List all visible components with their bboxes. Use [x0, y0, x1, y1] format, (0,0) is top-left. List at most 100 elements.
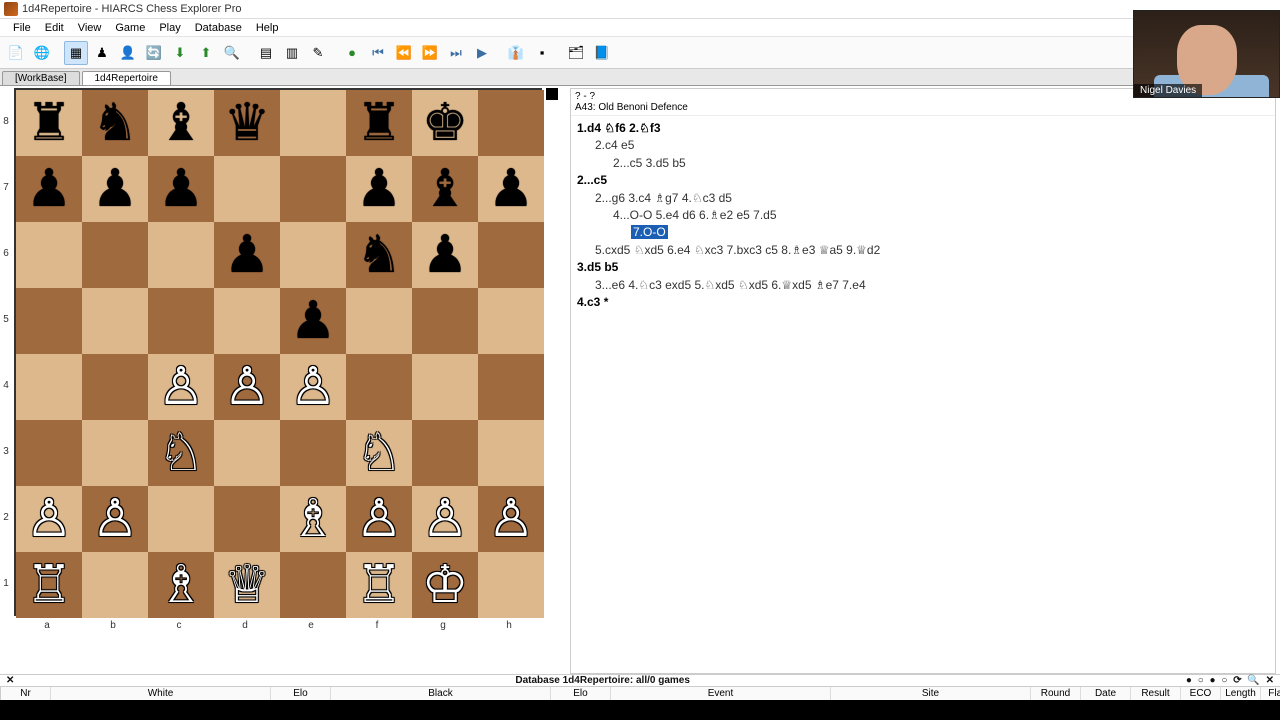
new-icon[interactable]: 📄	[4, 41, 28, 65]
col-result[interactable]: Result	[1131, 687, 1181, 700]
notation-line[interactable]: 4...O-O 5.e4 d6 6.♗e2 e5 7.d5	[577, 207, 1269, 224]
square[interactable]: ♛	[214, 90, 280, 156]
square[interactable]: ♘	[346, 420, 412, 486]
square[interactable]: ♙	[214, 354, 280, 420]
notation-line[interactable]: 7.O-O	[577, 224, 1269, 241]
col-nr[interactable]: Nr	[1, 687, 51, 700]
square[interactable]	[478, 354, 544, 420]
status-dot1-icon[interactable]: ●	[1186, 675, 1192, 686]
person-icon[interactable]: 👔	[504, 41, 528, 65]
piece-wp[interactable]: ♙	[488, 493, 535, 545]
square[interactable]	[16, 420, 82, 486]
square[interactable]: ♙	[82, 486, 148, 552]
square[interactable]	[346, 288, 412, 354]
square[interactable]	[148, 486, 214, 552]
square[interactable]	[82, 552, 148, 618]
square[interactable]: ♟	[280, 288, 346, 354]
status-close-icon[interactable]: ✕	[1266, 675, 1274, 686]
col-site[interactable]: Site	[831, 687, 1031, 700]
play-green-icon[interactable]: ●	[340, 41, 364, 65]
notation-line[interactable]: 2...c5 3.d5 b5	[577, 155, 1269, 172]
square[interactable]: ♙	[478, 486, 544, 552]
menu-help[interactable]: Help	[249, 22, 286, 34]
square[interactable]: ♖	[346, 552, 412, 618]
square[interactable]	[82, 222, 148, 288]
piece-wp[interactable]: ♙	[158, 361, 205, 413]
nav-last-icon[interactable]: ⏭	[444, 41, 468, 65]
nav-play-icon[interactable]: ▶	[470, 41, 494, 65]
piece-bn[interactable]: ♞	[92, 97, 139, 149]
piece-bb[interactable]: ♝	[158, 97, 205, 149]
piece-wq[interactable]: ♕	[224, 559, 271, 611]
square[interactable]: ♞	[346, 222, 412, 288]
square[interactable]	[280, 420, 346, 486]
status-dot3-icon[interactable]: ●	[1210, 675, 1216, 686]
status-dot4-icon[interactable]: ○	[1221, 675, 1227, 686]
engine-icon[interactable]: ♟	[90, 41, 114, 65]
piece-wp[interactable]: ♙	[26, 493, 73, 545]
piece-bp[interactable]: ♟	[92, 163, 139, 215]
grid1-icon[interactable]: ▤	[254, 41, 278, 65]
square[interactable]	[16, 222, 82, 288]
menu-edit[interactable]: Edit	[38, 22, 71, 34]
status-dot2-icon[interactable]: ○	[1198, 675, 1204, 686]
col-event[interactable]: Event	[611, 687, 831, 700]
square[interactable]	[82, 354, 148, 420]
col-flags[interactable]: Flags	[1261, 687, 1280, 700]
piece-br[interactable]: ♜	[26, 97, 73, 149]
square[interactable]	[214, 288, 280, 354]
notation-line[interactable]: 3.d5 b5	[577, 259, 1269, 276]
square[interactable]	[214, 156, 280, 222]
square[interactable]: ♟	[346, 156, 412, 222]
piece-wp[interactable]: ♙	[356, 493, 403, 545]
piece-wn[interactable]: ♘	[356, 427, 403, 479]
square[interactable]	[280, 222, 346, 288]
square[interactable]: ♗	[280, 486, 346, 552]
menu-file[interactable]: File	[6, 22, 38, 34]
folder-icon[interactable]: 🗂	[564, 41, 588, 65]
edit-icon[interactable]: ✎	[306, 41, 330, 65]
col-white[interactable]: White	[51, 687, 271, 700]
board-icon[interactable]: ▦	[64, 41, 88, 65]
piece-wp[interactable]: ♙	[92, 493, 139, 545]
square[interactable]: ♙	[346, 486, 412, 552]
up-icon[interactable]: ⬆	[194, 41, 218, 65]
square[interactable]	[16, 354, 82, 420]
square[interactable]: ♙	[280, 354, 346, 420]
square[interactable]: ♙	[412, 486, 478, 552]
square[interactable]: ♚	[412, 90, 478, 156]
square[interactable]: ♔	[412, 552, 478, 618]
square[interactable]	[148, 288, 214, 354]
col-round[interactable]: Round	[1031, 687, 1081, 700]
piece-wp[interactable]: ♙	[290, 361, 337, 413]
tab-workbase[interactable]: [WorkBase]	[2, 71, 80, 85]
square[interactable]: ♜	[346, 90, 412, 156]
piece-wr[interactable]: ♖	[356, 559, 403, 611]
piece-wp[interactable]: ♙	[224, 361, 271, 413]
piece-wk[interactable]: ♔	[422, 559, 469, 611]
square[interactable]: ♟	[148, 156, 214, 222]
nav-back-icon[interactable]: ⏪	[392, 41, 416, 65]
globe-icon[interactable]: 🌐	[30, 41, 54, 65]
piece-bp[interactable]: ♟	[290, 295, 337, 347]
square[interactable]	[478, 222, 544, 288]
square[interactable]	[214, 486, 280, 552]
nav-first-icon[interactable]: ⏮	[366, 41, 390, 65]
square[interactable]	[280, 156, 346, 222]
square[interactable]: ♗	[148, 552, 214, 618]
notation-line[interactable]: 3...e6 4.♘c3 exd5 5.♘xd5 ♘xd5 6.♕xd5 ♗e7…	[577, 277, 1269, 294]
square[interactable]: ♟	[16, 156, 82, 222]
square[interactable]	[346, 354, 412, 420]
search-icon[interactable]: 🔍	[220, 41, 244, 65]
square[interactable]: ♟	[214, 222, 280, 288]
col-eco[interactable]: ECO	[1181, 687, 1221, 700]
square[interactable]	[412, 288, 478, 354]
notation-line[interactable]: 2...c5	[577, 172, 1269, 189]
square[interactable]	[82, 288, 148, 354]
current-move[interactable]: 7.O-O	[631, 225, 668, 239]
square[interactable]: ♟	[82, 156, 148, 222]
col-length[interactable]: Length	[1221, 687, 1261, 700]
piece-wb[interactable]: ♗	[290, 493, 337, 545]
square[interactable]: ♘	[148, 420, 214, 486]
square[interactable]	[82, 420, 148, 486]
